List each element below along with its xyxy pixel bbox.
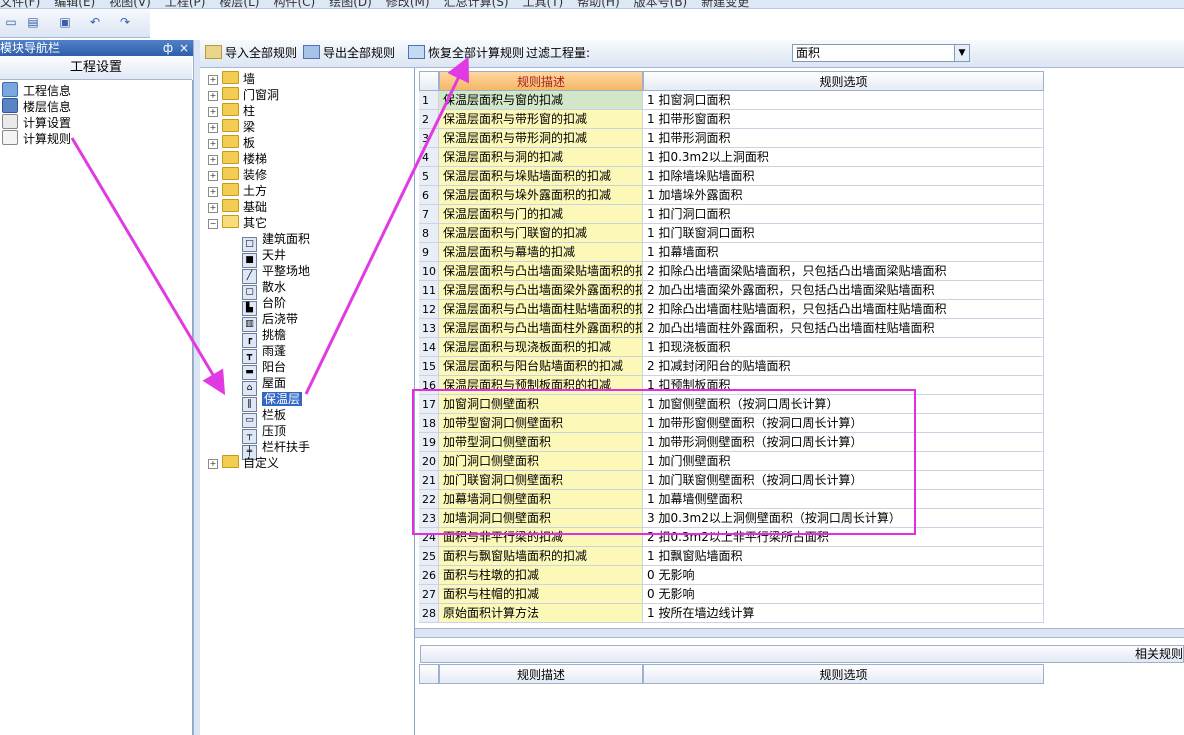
annotation-arrows [70,56,469,396]
arrow-to-restore-button [304,56,469,395]
arrow-to-insulation [70,137,226,396]
